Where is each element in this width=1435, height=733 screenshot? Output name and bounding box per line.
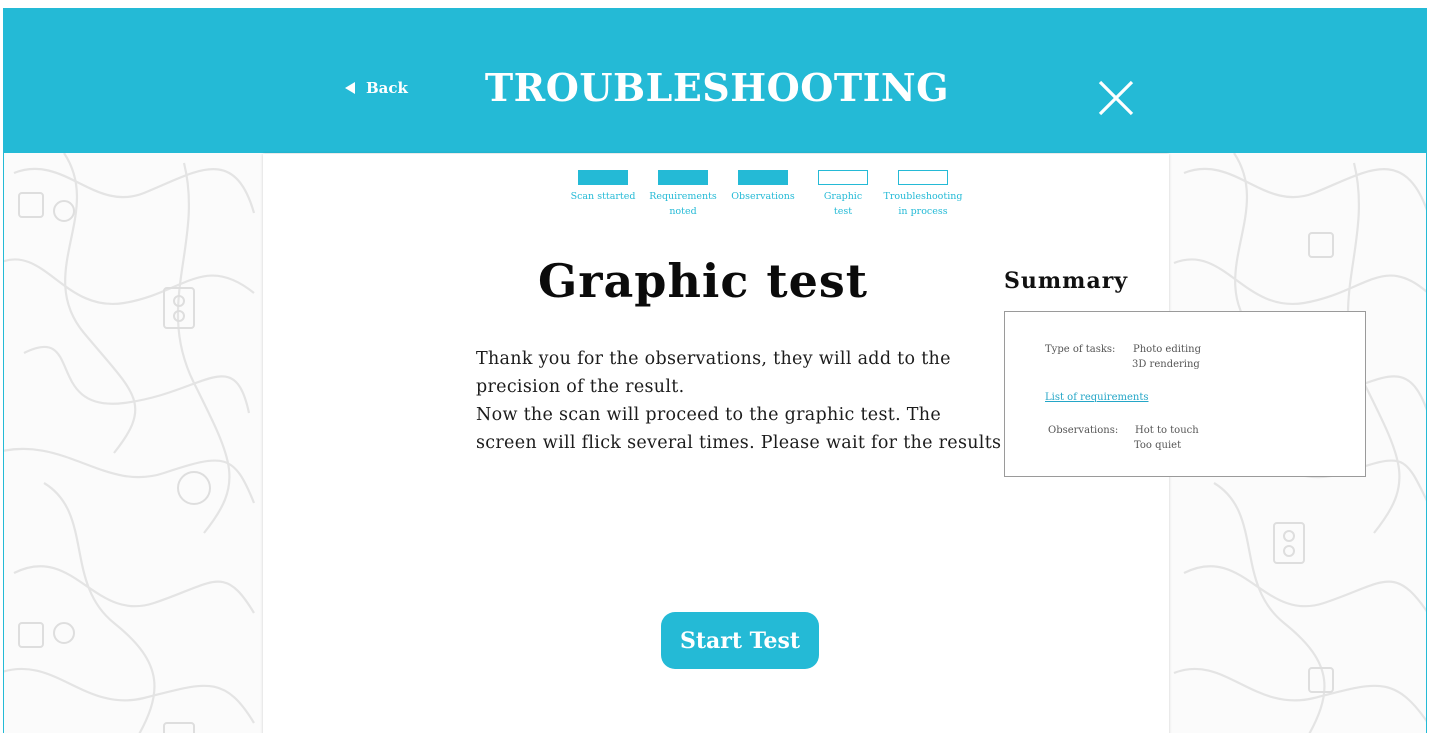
summary-title: Summary xyxy=(1004,268,1129,294)
step-label-line: Scan sttarted xyxy=(570,191,636,202)
header-bar: Back TROUBLESHOOTING xyxy=(4,9,1426,153)
summary-value: 3D rendering xyxy=(1132,359,1200,370)
step-bar xyxy=(818,170,868,185)
step-bar xyxy=(898,170,948,185)
step-bar xyxy=(738,170,788,185)
page-title: TROUBLESHOOTING xyxy=(484,65,950,110)
instruction-paragraph: Now the scan will proceed to the graphic… xyxy=(476,405,1002,453)
instruction-paragraph: Thank you for the observations, they wil… xyxy=(476,349,951,397)
step-label-line: Graphic xyxy=(823,191,863,202)
instruction-text: Thank you for the observations, they wil… xyxy=(476,345,1006,457)
step-observations: Observations xyxy=(723,170,803,204)
step-label: Requirements noted xyxy=(643,189,723,219)
step-label-line: Troubleshooting xyxy=(883,191,963,202)
step-label: Troubleshooting in process xyxy=(883,189,963,219)
summary-value: Photo editing xyxy=(1133,344,1201,355)
close-icon[interactable] xyxy=(1098,80,1134,116)
summary-label: Observations: xyxy=(1048,425,1119,436)
step-label-line: Observations xyxy=(731,191,795,202)
step-label: Observations xyxy=(723,189,803,204)
step-troubleshooting: Troubleshooting in process xyxy=(883,170,963,219)
progress-steps: Scan sttarted Requirements noted Observa… xyxy=(563,170,963,226)
start-test-button[interactable]: Start Test xyxy=(661,612,819,669)
step-label-line: noted xyxy=(669,206,697,217)
step-bar xyxy=(578,170,628,185)
step-label-line: test xyxy=(833,206,853,217)
step-scan-started: Scan sttarted xyxy=(563,170,643,204)
app-frame: Back TROUBLESHOOTING Scan sttarted Requi… xyxy=(3,8,1427,733)
step-graphic-test: Graphic test xyxy=(803,170,883,219)
summary-label: Type of tasks: xyxy=(1045,344,1116,355)
requirements-link[interactable]: List of requirements xyxy=(1045,392,1149,403)
step-label: Graphic test xyxy=(803,189,883,219)
step-label-line: in process xyxy=(898,206,948,217)
step-label-line: Requirements xyxy=(649,191,717,202)
step-label: Scan sttarted xyxy=(563,189,643,204)
summary-panel: Type of tasks: Photo editing 3D renderin… xyxy=(1004,311,1366,477)
step-requirements-noted: Requirements noted xyxy=(643,170,723,219)
summary-value: Hot to touch xyxy=(1135,425,1199,436)
step-bar xyxy=(658,170,708,185)
summary-value: Too quiet xyxy=(1134,440,1182,451)
